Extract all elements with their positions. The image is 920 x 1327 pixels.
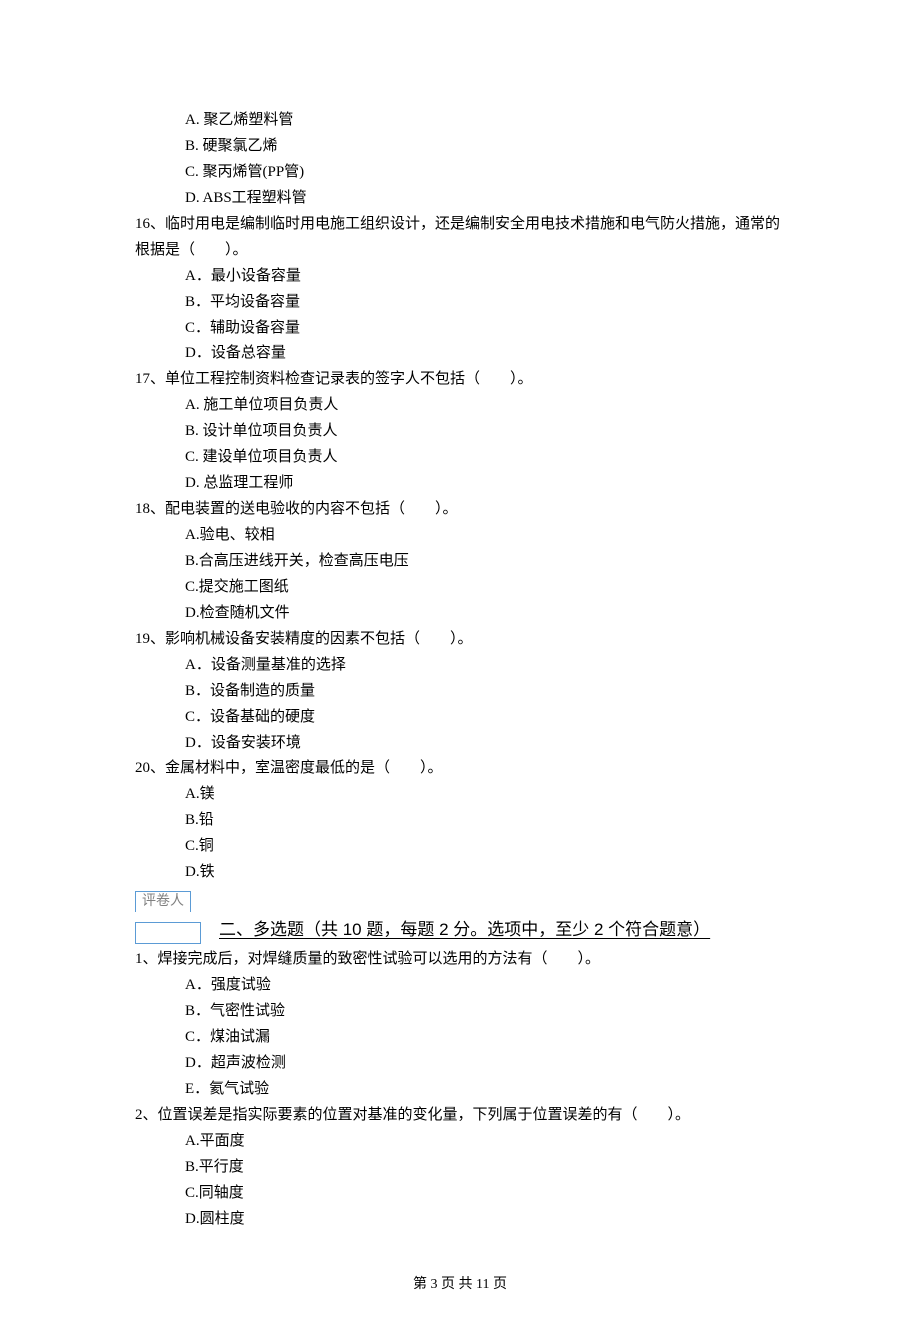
q17-option-d: D. 总监理工程师 bbox=[135, 471, 785, 497]
q19-option-a: A．设备测量基准的选择 bbox=[135, 653, 785, 679]
mcq1-option-d: D．超声波检测 bbox=[135, 1051, 785, 1077]
q17-option-b: B. 设计单位项目负责人 bbox=[135, 419, 785, 445]
grader-box: 评卷人 bbox=[135, 889, 785, 915]
q15-option-b: B. 硬聚氯乙烯 bbox=[135, 134, 785, 160]
q15-option-d: D. ABS工程塑料管 bbox=[135, 186, 785, 212]
grader-label: 评卷人 bbox=[135, 891, 191, 912]
q20-option-c: C.铜 bbox=[135, 834, 785, 860]
mcq1-option-b: B．气密性试验 bbox=[135, 999, 785, 1025]
q20-option-b: B.铅 bbox=[135, 808, 785, 834]
q16-option-c: C．辅助设备容量 bbox=[135, 316, 785, 342]
q20-stem: 20、金属材料中，室温密度最低的是（ ）。 bbox=[135, 756, 785, 782]
q17-option-c: C. 建设单位项目负责人 bbox=[135, 445, 785, 471]
mcq2-stem: 2、位置误差是指实际要素的位置对基准的变化量，下列属于位置误差的有（ ）。 bbox=[135, 1103, 785, 1129]
q19-option-c: C．设备基础的硬度 bbox=[135, 705, 785, 731]
q16-option-a: A．最小设备容量 bbox=[135, 264, 785, 290]
q18-option-d: D.检查随机文件 bbox=[135, 601, 785, 627]
q18-option-a: A.验电、较相 bbox=[135, 523, 785, 549]
page-content: A. 聚乙烯塑料管 B. 硬聚氯乙烯 C. 聚丙烯管(PP管) D. ABS工程… bbox=[0, 0, 920, 1327]
section-title-multi-choice: 二、多选题（共 10 题，每题 2 分。选项中，至少 2 个符合题意） bbox=[219, 915, 710, 944]
q18-option-c: C.提交施工图纸 bbox=[135, 575, 785, 601]
q18-stem: 18、配电装置的送电验收的内容不包括（ ）。 bbox=[135, 497, 785, 523]
q19-stem: 19、影响机械设备安装精度的因素不包括（ ）。 bbox=[135, 627, 785, 653]
mcq2-option-c: C.同轴度 bbox=[135, 1181, 785, 1207]
section-line: 二、多选题（共 10 题，每题 2 分。选项中，至少 2 个符合题意） bbox=[135, 915, 785, 944]
mcq1-stem: 1、焊接完成后，对焊缝质量的致密性试验可以选用的方法有（ ）。 bbox=[135, 947, 785, 973]
q17-stem: 17、单位工程控制资料检查记录表的签字人不包括（ ）。 bbox=[135, 367, 785, 393]
q15-option-a: A. 聚乙烯塑料管 bbox=[135, 108, 785, 134]
grader-box-wrap: 评卷人 二、多选题（共 10 题，每题 2 分。选项中，至少 2 个符合题意） bbox=[135, 889, 785, 944]
mcq1-option-a: A．强度试验 bbox=[135, 973, 785, 999]
q15-option-c: C. 聚丙烯管(PP管) bbox=[135, 160, 785, 186]
q16-option-b: B．平均设备容量 bbox=[135, 290, 785, 316]
q16-stem: 16、临时用电是编制临时用电施工组织设计，还是编制安全用电技术措施和电气防火措施… bbox=[135, 212, 785, 264]
mcq2-option-d: D.圆柱度 bbox=[135, 1207, 785, 1233]
q19-option-b: B．设备制造的质量 bbox=[135, 679, 785, 705]
q19-option-d: D．设备安装环境 bbox=[135, 731, 785, 757]
mcq1-option-e: E．氦气试验 bbox=[135, 1077, 785, 1103]
q20-option-d: D.铁 bbox=[135, 860, 785, 886]
page-footer: 第 3 页 共 11 页 bbox=[135, 1273, 785, 1297]
q16-option-d: D．设备总容量 bbox=[135, 341, 785, 367]
mcq2-option-a: A.平面度 bbox=[135, 1129, 785, 1155]
q20-option-a: A.镁 bbox=[135, 782, 785, 808]
q17-option-a: A. 施工单位项目负责人 bbox=[135, 393, 785, 419]
mcq1-option-c: C．煤油试漏 bbox=[135, 1025, 785, 1051]
mcq2-option-b: B.平行度 bbox=[135, 1155, 785, 1181]
q18-option-b: B.合高压进线开关，检查高压电压 bbox=[135, 549, 785, 575]
grader-box-empty bbox=[135, 922, 201, 944]
